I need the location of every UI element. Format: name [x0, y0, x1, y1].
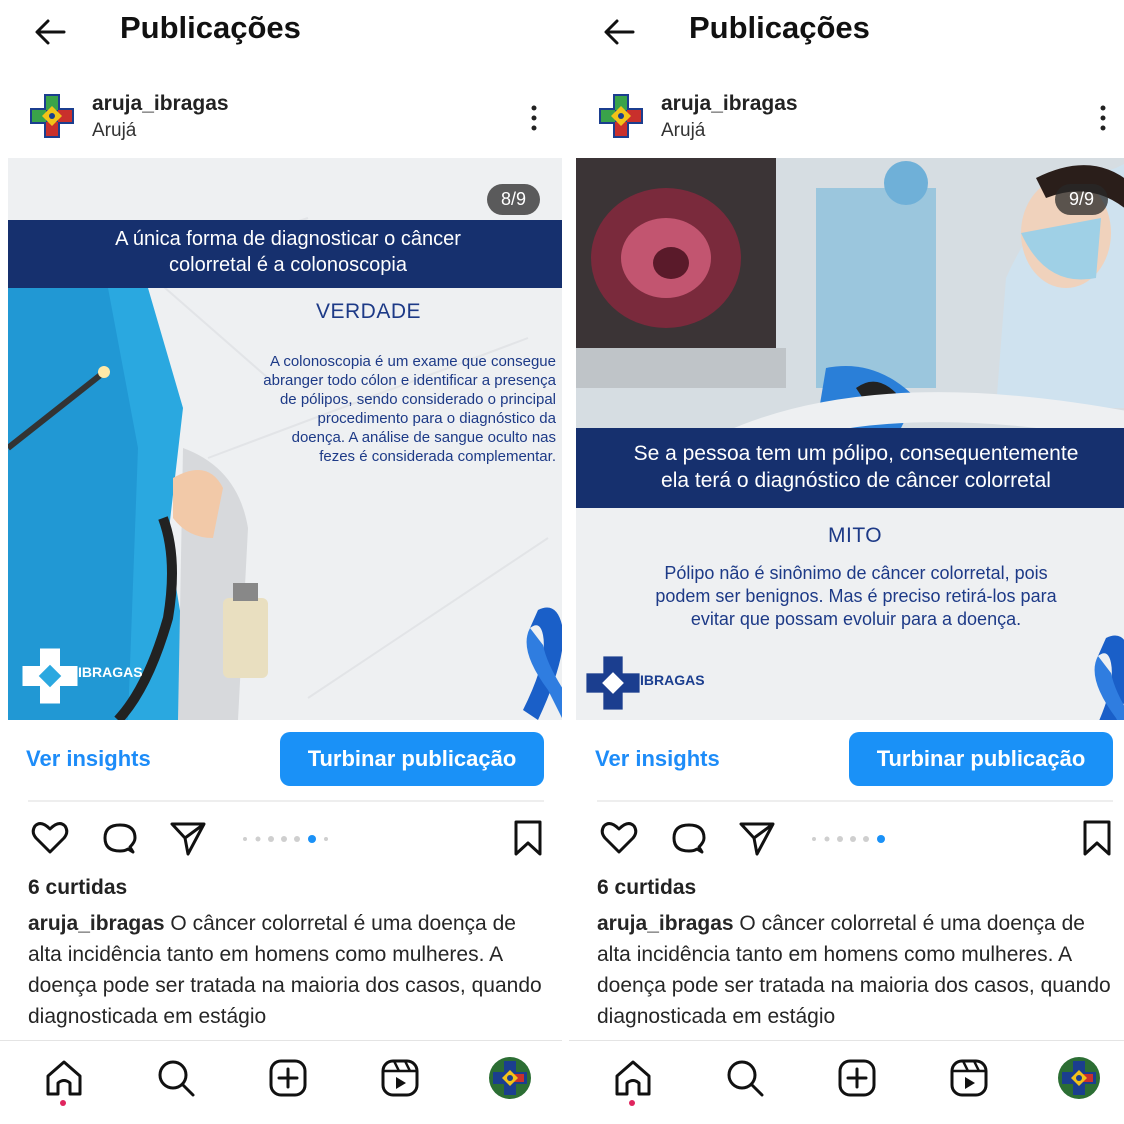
- logo-cross-icon: [22, 648, 78, 704]
- bottom-nav: [0, 1048, 562, 1118]
- engagement-row: [569, 812, 1124, 864]
- carousel-dots: [243, 835, 328, 843]
- body-line: procedimento para o diagnóstico da: [317, 410, 557, 427]
- profile-avatar[interactable]: [1057, 1056, 1101, 1100]
- post-caption: aruja_ibragas O câncer colorretal é uma …: [28, 908, 548, 1038]
- home-icon[interactable]: [42, 1056, 86, 1100]
- post-body-text: A colonoscopia é um exame que consegue a…: [156, 352, 556, 466]
- notification-dot: [629, 1100, 635, 1106]
- post-banner: A única forma de diagnosticar o câncer c…: [8, 220, 562, 288]
- post-image[interactable]: 9/9 Se a pessoa tem um pólipo, consequen…: [576, 158, 1124, 720]
- location[interactable]: Arujá: [92, 120, 136, 142]
- body-line: evitar que possam evoluir para a doença.: [690, 609, 1022, 629]
- body-line: fezes é considerada complementar.: [319, 448, 556, 465]
- caption-author[interactable]: aruja_ibragas: [28, 912, 170, 935]
- location[interactable]: Arujá: [661, 120, 705, 142]
- caption-author[interactable]: aruja_ibragas: [597, 912, 739, 935]
- search-icon[interactable]: [154, 1056, 198, 1100]
- post-header: aruja_ibragas Arujá: [0, 88, 562, 148]
- boost-post-button[interactable]: Turbinar publicação: [280, 732, 544, 786]
- post-image[interactable]: 8/9 A única forma de diagnosticar o cânc…: [8, 158, 562, 720]
- post-banner: Se a pessoa tem um pólipo, consequenteme…: [576, 428, 1124, 508]
- body-line: de pólipos, sendo considerado o principa…: [279, 391, 556, 408]
- post-caption: aruja_ibragas O câncer colorretal é uma …: [597, 908, 1117, 1038]
- logo-text: IBRAGAS: [640, 672, 705, 688]
- post-screen-right: Publicações aruja_ibragas Arujá 9/9 Se a…: [569, 0, 1124, 1124]
- post-actions-bar: Ver insights Turbinar publicação: [569, 732, 1124, 788]
- post-screen-left: Publicações aruja_ibragas Arujá 8/9 A ún…: [0, 0, 562, 1124]
- view-insights-link[interactable]: Ver insights: [595, 746, 720, 772]
- verdict-label: VERDADE: [316, 300, 422, 323]
- kebab-menu-icon[interactable]: [1093, 102, 1113, 134]
- bookmark-icon[interactable]: [508, 818, 548, 858]
- carousel-counter: 9/9: [1054, 184, 1108, 215]
- arrow-left-icon[interactable]: [30, 12, 70, 52]
- notification-dot: [60, 1100, 66, 1106]
- bottom-nav: [569, 1048, 1124, 1118]
- post-actions-bar: Ver insights Turbinar publicação: [0, 732, 562, 788]
- top-bar: Publicações: [0, 0, 562, 62]
- view-insights-link[interactable]: Ver insights: [26, 746, 151, 772]
- verdict-label: MITO: [828, 524, 883, 547]
- ibragas-logo: IBRAGAS: [584, 654, 724, 714]
- blue-ribbon-icon: [523, 607, 562, 720]
- divider: [597, 800, 1113, 802]
- search-icon[interactable]: [723, 1056, 767, 1100]
- comment-icon[interactable]: [669, 820, 709, 860]
- send-icon[interactable]: [168, 818, 208, 858]
- home-icon[interactable]: [611, 1056, 655, 1100]
- heart-icon[interactable]: [599, 818, 639, 858]
- send-icon[interactable]: [737, 818, 777, 858]
- post-body-text: Pólipo não é sinônimo de câncer colorret…: [576, 562, 1124, 631]
- add-post-icon[interactable]: [266, 1056, 310, 1100]
- bookmark-icon[interactable]: [1077, 818, 1117, 858]
- heart-icon[interactable]: [30, 818, 70, 858]
- body-line: abranger todo cólon e identificar a pres…: [263, 372, 556, 389]
- page-title: Publicações: [120, 10, 301, 45]
- profile-avatar[interactable]: [488, 1056, 532, 1100]
- blue-ribbon-icon: [1094, 635, 1124, 720]
- logo-text: IBRAGAS: [78, 664, 143, 680]
- username[interactable]: aruja_ibragas: [661, 92, 798, 116]
- banner-line-2: ela terá o diagnóstico de câncer colorre…: [661, 469, 1051, 492]
- nav-divider: [569, 1040, 1124, 1041]
- username[interactable]: aruja_ibragas: [92, 92, 229, 116]
- body-line: doença. A análise de sangue oculto nas: [291, 429, 556, 446]
- post-header: aruja_ibragas Arujá: [569, 88, 1124, 148]
- body-line: podem ser benignos. Mas é preciso retirá…: [655, 586, 1057, 606]
- nav-divider: [0, 1040, 562, 1041]
- reels-icon[interactable]: [378, 1056, 422, 1100]
- top-bar: Publicações: [569, 0, 1124, 62]
- logo-cross-icon: [586, 656, 640, 710]
- likes-count[interactable]: 6 curtidas: [28, 876, 127, 900]
- carousel-dots: [812, 835, 885, 843]
- carousel-counter: 8/9: [486, 184, 540, 215]
- arrow-left-icon[interactable]: [599, 12, 639, 52]
- avatar[interactable]: [28, 92, 76, 140]
- ibragas-logo: IBRAGAS: [20, 646, 160, 706]
- engagement-row: [0, 812, 562, 864]
- avatar[interactable]: [597, 92, 645, 140]
- comment-icon[interactable]: [100, 820, 140, 860]
- banner-line-1: Se a pessoa tem um pólipo, consequenteme…: [633, 442, 1079, 465]
- boost-post-button[interactable]: Turbinar publicação: [849, 732, 1113, 786]
- panel-divider: [562, 0, 569, 1124]
- kebab-menu-icon[interactable]: [524, 102, 544, 134]
- body-line: Pólipo não é sinônimo de câncer colorret…: [664, 563, 1048, 583]
- reels-icon[interactable]: [947, 1056, 991, 1100]
- divider: [28, 800, 544, 802]
- body-line: A colonoscopia é um exame que consegue: [269, 353, 556, 370]
- likes-count[interactable]: 6 curtidas: [597, 876, 696, 900]
- banner-line-1: A única forma de diagnosticar o câncer: [115, 228, 461, 250]
- banner-line-2: colorretal é a colonoscopia: [169, 254, 407, 276]
- add-post-icon[interactable]: [835, 1056, 879, 1100]
- page-title: Publicações: [689, 10, 870, 45]
